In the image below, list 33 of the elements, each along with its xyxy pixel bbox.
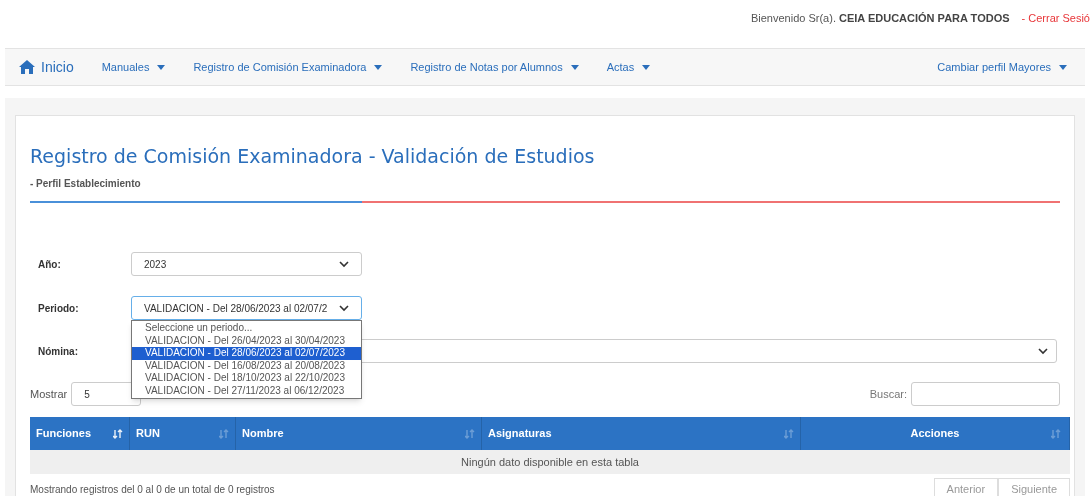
chevron-icon <box>339 260 349 268</box>
sort-icon[interactable] <box>113 428 123 439</box>
search-field[interactable] <box>911 382 1060 406</box>
page-size-select[interactable]: 5 <box>71 382 142 406</box>
field-label: Año: <box>37 257 62 272</box>
nav-link[interactable]: Registro de Comisión Examinadora <box>193 58 383 76</box>
page-title: Registro de Comisión Examinadora - Validación de Estudios <box>30 144 596 168</box>
dropdown-option[interactable]: VALIDACION - Del 16/08/2023 al 20/08/2023 <box>132 359 361 372</box>
nav-link[interactable]: Actas <box>606 58 651 76</box>
welcome-text: Bienvenido Sr(a). CEIA EDUCACIÓN PARA TODOS <box>750 10 1010 26</box>
search-label: Buscar: <box>869 386 907 402</box>
nav-link[interactable]: Cambiar perfil Mayores <box>937 58 1067 76</box>
nav-link[interactable]: Registro de Notas por Alumnos <box>410 58 579 76</box>
records-info: Mostrando registros del 0 al 0 de un total de 0 registros <box>30 484 275 496</box>
period-select[interactable]: VALIDACION - Del 28/06/2023 al 02/07/2 <box>131 296 362 320</box>
chevron-icon <box>339 304 349 312</box>
chevron-icon <box>1038 347 1048 355</box>
nav-link[interactable]: Inicio <box>19 56 74 78</box>
field-label: Periodo: <box>37 301 80 316</box>
field-label: Nómina: <box>37 344 79 359</box>
dropdown-option[interactable]: VALIDACION - Del 18/10/2023 al 22/10/2023 <box>132 372 361 385</box>
logout-link[interactable]: - Cerrar Sesió <box>1021 9 1090 27</box>
show-label: Mostrar <box>30 386 68 402</box>
dropdown-option[interactable]: VALIDACION - Del 26/04/2023 al 30/04/2023 <box>132 334 361 347</box>
pagination-button[interactable]: Anterior <box>933 478 999 496</box>
year-select[interactable]: 2023 <box>131 252 362 276</box>
nav-link[interactable]: Manuales <box>101 58 166 76</box>
dropdown-option[interactable]: Seleccione un periodo... <box>132 322 361 335</box>
home-icon <box>19 60 35 74</box>
dropdown-option[interactable]: VALIDACION - Del 28/06/2023 al 02/07/2023 <box>132 347 361 360</box>
pagination-button[interactable]: Siguiente <box>998 478 1070 496</box>
empty-table-message: Ningún dato disponible en esta tabla <box>30 450 1070 474</box>
page-subtitle: - Perfil Establecimiento <box>30 177 142 191</box>
